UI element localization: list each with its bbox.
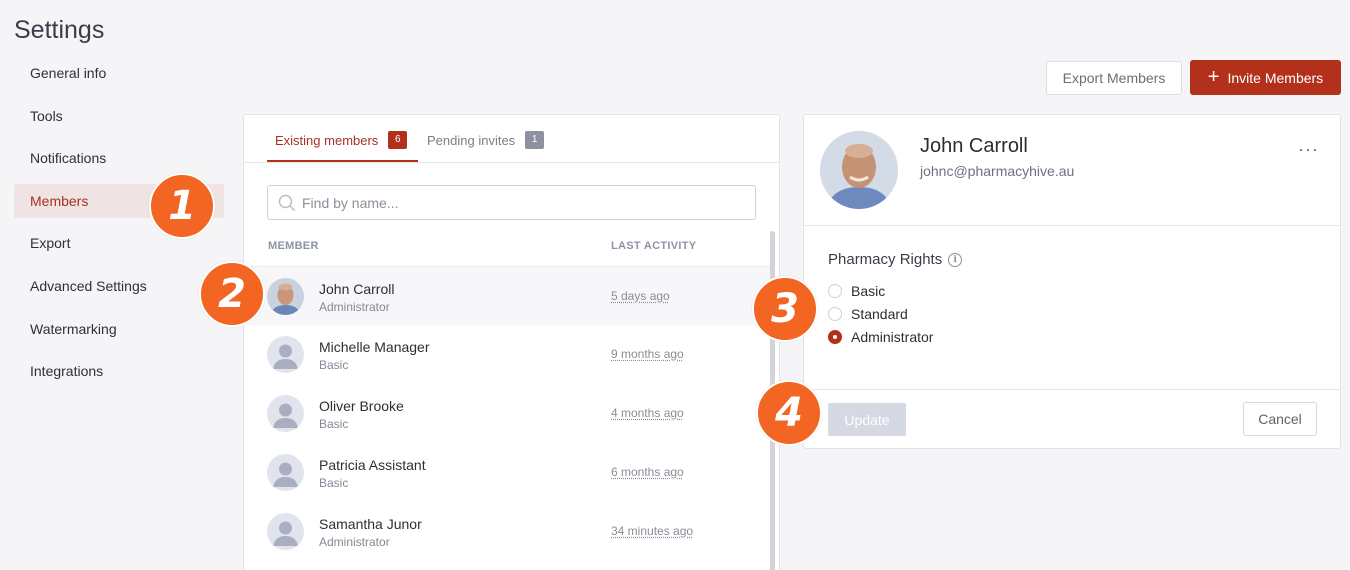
radio-standard[interactable] bbox=[828, 307, 842, 321]
member-detail-email: johnc@pharmacyhive.au bbox=[920, 163, 1075, 179]
info-icon[interactable]: i bbox=[948, 252, 963, 267]
tab-existing-members[interactable]: Existing members 6 bbox=[275, 131, 408, 149]
member-role: Administrator bbox=[319, 535, 390, 549]
member-list: John Carroll Administrator 5 days ago Mi… bbox=[244, 266, 771, 561]
member-role: Administrator bbox=[319, 300, 390, 314]
rights-option-administrator[interactable]: Administrator bbox=[828, 329, 933, 345]
tab-pending-label: Pending invites bbox=[427, 132, 516, 148]
column-header-member: MEMBER bbox=[268, 240, 319, 252]
rights-option-basic[interactable]: Basic bbox=[828, 283, 885, 299]
sidebar-item-watermarking[interactable]: Watermarking bbox=[14, 312, 224, 346]
callout-step-4: 4 bbox=[756, 380, 822, 446]
callout-step-2: 2 bbox=[199, 261, 265, 327]
more-options-icon[interactable]: ··· bbox=[1298, 139, 1319, 160]
callout-step-3: 3 bbox=[752, 276, 818, 342]
member-tabs: Existing members 6 Pending invites 1 bbox=[244, 115, 779, 163]
member-photo bbox=[820, 131, 898, 209]
sidebar-item-integrations[interactable]: Integrations bbox=[14, 354, 224, 388]
page-title: Settings bbox=[14, 16, 105, 44]
member-last-activity: 4 months ago bbox=[611, 406, 684, 420]
tab-pending-invites[interactable]: Pending invites 1 bbox=[427, 131, 545, 149]
member-detail-name: John Carroll bbox=[920, 135, 1028, 157]
member-role: Basic bbox=[319, 476, 349, 490]
sidebar-item-tools[interactable]: Tools bbox=[14, 99, 224, 133]
search-field[interactable] bbox=[267, 185, 756, 220]
member-detail-panel: John Carroll johnc@pharmacyhive.au ··· P… bbox=[803, 114, 1341, 449]
member-last-activity: 6 months ago bbox=[611, 465, 684, 479]
member-role: Basic bbox=[319, 358, 349, 372]
pending-count-badge: 1 bbox=[525, 131, 545, 149]
avatar-placeholder-icon bbox=[267, 395, 304, 432]
export-members-button[interactable]: Export Members bbox=[1046, 61, 1182, 95]
member-detail-footer: Update Cancel bbox=[804, 389, 1340, 449]
search-icon bbox=[278, 194, 296, 217]
rights-option-label: Administrator bbox=[851, 329, 934, 345]
sidebar-item-notifications[interactable]: Notifications bbox=[14, 141, 224, 175]
active-tab-underline bbox=[267, 160, 418, 162]
member-name: Michelle Manager bbox=[319, 339, 430, 355]
invite-members-button[interactable]: + Invite Members bbox=[1190, 60, 1341, 95]
member-name: Patricia Assistant bbox=[319, 457, 426, 473]
avatar-placeholder-icon bbox=[267, 513, 304, 550]
avatar-placeholder-icon bbox=[267, 336, 304, 373]
member-row-patricia-assistant[interactable]: Patricia Assistant Basic 6 months ago bbox=[244, 443, 771, 502]
member-name: Oliver Brooke bbox=[319, 398, 404, 414]
update-button[interactable]: Update bbox=[828, 403, 906, 436]
search-input[interactable] bbox=[302, 186, 742, 219]
member-row-michelle-manager[interactable]: Michelle Manager Basic 9 months ago bbox=[244, 325, 771, 384]
member-last-activity: 9 months ago bbox=[611, 347, 684, 361]
pharmacy-rights-heading: Pharmacy Rights i bbox=[828, 251, 963, 268]
member-role: Basic bbox=[319, 417, 349, 431]
members-panel: Existing members 6 Pending invites 1 MEM… bbox=[243, 114, 780, 570]
sidebar-item-advanced-settings[interactable]: Advanced Settings bbox=[14, 269, 224, 303]
invite-members-label: Invite Members bbox=[1227, 69, 1324, 86]
plus-icon: + bbox=[1207, 65, 1220, 88]
member-row-oliver-brooke[interactable]: Oliver Brooke Basic 4 months ago bbox=[244, 384, 771, 443]
pharmacy-rights-label: Pharmacy Rights bbox=[828, 251, 943, 268]
radio-administrator[interactable] bbox=[828, 330, 842, 344]
rights-option-label: Basic bbox=[851, 283, 886, 299]
sidebar-item-general-info[interactable]: General info bbox=[14, 56, 224, 90]
export-members-label: Export Members bbox=[1062, 70, 1166, 86]
column-header-last-activity: LAST ACTIVITY bbox=[611, 240, 697, 252]
rights-option-label: Standard bbox=[851, 306, 908, 322]
radio-basic[interactable] bbox=[828, 284, 842, 298]
member-name: John Carroll bbox=[319, 281, 395, 297]
rights-option-standard[interactable]: Standard bbox=[828, 306, 908, 322]
callout-step-1: 1 bbox=[149, 173, 215, 239]
member-detail-header: John Carroll johnc@pharmacyhive.au ··· bbox=[804, 115, 1340, 226]
member-last-activity: 5 days ago bbox=[611, 289, 670, 303]
member-row-john-carroll[interactable]: John Carroll Administrator 5 days ago bbox=[244, 266, 771, 325]
member-name: Samantha Junor bbox=[319, 516, 422, 532]
member-row-samantha-junor[interactable]: Samantha Junor Administrator 34 minutes … bbox=[244, 502, 771, 561]
avatar-photo bbox=[267, 278, 304, 315]
cancel-button[interactable]: Cancel bbox=[1243, 402, 1317, 436]
tab-existing-label: Existing members bbox=[275, 132, 379, 148]
member-last-activity: 34 minutes ago bbox=[611, 524, 694, 538]
existing-count-badge: 6 bbox=[388, 131, 408, 149]
avatar-placeholder-icon bbox=[267, 454, 304, 491]
